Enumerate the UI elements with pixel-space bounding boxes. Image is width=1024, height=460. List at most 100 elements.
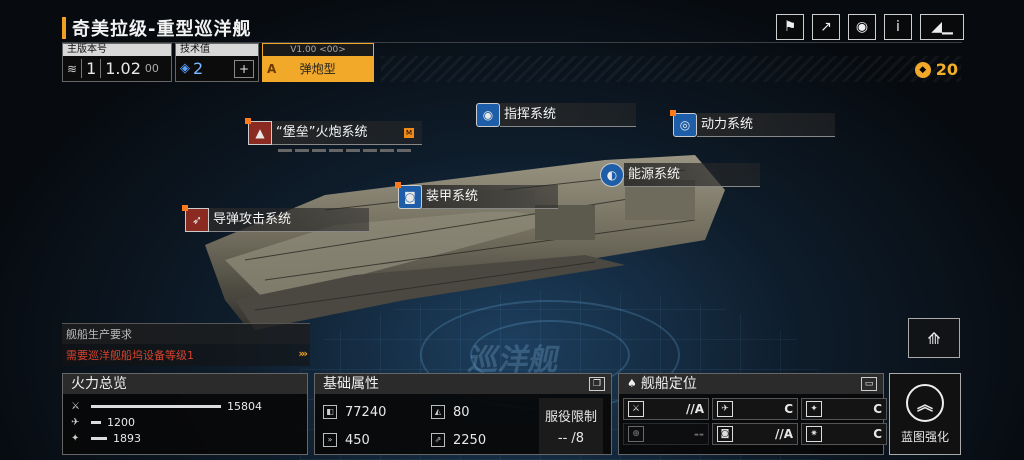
firepower-title: 火力总览 — [63, 374, 307, 394]
production-requirement: 舰船生产要求 需要巡洋舰船坞设备等级1 ››› — [62, 323, 310, 366]
version-tier: 1 — [81, 59, 102, 78]
siege-icon: ✦ — [71, 432, 80, 444]
variant-box[interactable]: V1.00 <00> A 弹炮型 — [262, 43, 374, 82]
variant-grade: A — [267, 61, 277, 76]
warp-value: 2250 — [453, 432, 487, 448]
chevrons-icon: ››› — [298, 347, 308, 360]
role-grade: //A — [774, 427, 793, 441]
crosshair-icon[interactable]: + — [234, 59, 254, 78]
blueprint-enhance-button[interactable]: ︽ 蓝图强化 — [889, 373, 961, 455]
speed-attribute: » 450 — [323, 426, 431, 454]
system-energy-label: 能源系统 — [624, 163, 760, 187]
version-value: 1.02 — [105, 59, 141, 78]
command-icon: ◉ — [476, 103, 500, 127]
anti-ship-icon: ⚔ — [71, 400, 80, 412]
role-slot[interactable]: ✈ C — [712, 398, 798, 420]
top-toolbar: ⚑ ↗ ◉ i ◢▁ — [776, 14, 964, 40]
variant-version: V1.00 <00> — [263, 44, 373, 56]
info-strip: 主版本号 ≋ 1 1.02 00 技术值 ◈ 2 + V1.00 <00> A … — [62, 43, 374, 82]
system-fortress-label: “堡垒”火炮系统 — [276, 124, 368, 140]
firepower-bar — [91, 420, 101, 424]
view-icon[interactable]: ◉ — [848, 14, 876, 40]
role-grade: C — [873, 402, 882, 416]
version-label: 主版本号 — [63, 44, 171, 56]
armor-value: 80 — [453, 404, 470, 420]
energy-icon: ◐ — [600, 163, 624, 187]
firepower-panel: 火力总览 ⚔ 15804 ✈ 1200 ✦ 1893 — [62, 373, 308, 455]
chevron-up-icon: ︽ — [906, 383, 944, 422]
role-slot[interactable]: ⚔ //A — [623, 398, 709, 420]
tier-up-icon: ⟰ — [927, 328, 941, 348]
system-armor-label: 装甲系统 — [422, 185, 558, 209]
production-header: 舰船生产要求 — [62, 323, 310, 344]
tier-upgrade-button[interactable]: ⟰ — [908, 318, 960, 358]
engine-icon: ◎ — [670, 110, 697, 137]
currency-value: 20 — [935, 60, 958, 79]
system-energy[interactable]: ◐ 能源系统 — [600, 162, 760, 188]
firepower-bar — [91, 404, 221, 408]
wing-icon: ≋ — [67, 61, 78, 76]
system-power[interactable]: ◎ 动力系统 — [670, 110, 835, 138]
shield-icon: ◙ — [395, 182, 422, 209]
level-pips — [278, 149, 422, 152]
firepower-row: ✈ 1200 — [63, 414, 307, 430]
role-grade: C — [873, 427, 882, 441]
warp-icon: ⇗ — [431, 433, 445, 447]
production-requirement-text: 需要巡洋舰船坞设备等级1 — [66, 349, 194, 362]
attributes-panel: 基础属性 ❐ ◧ 77240 ◭ 80 服役限制 -- /8 » 450 ⇗ 2250 — [314, 373, 612, 455]
system-fortress[interactable]: ▲ “堡垒”火炮系统 M — [245, 118, 422, 152]
speed-icon: » — [323, 433, 337, 447]
tank-role-icon: ◙ — [717, 426, 733, 442]
service-label: 服役限制 — [544, 410, 597, 425]
role-slot[interactable]: ⊕ -- — [623, 423, 709, 445]
share-icon[interactable]: ⚑ — [776, 14, 804, 40]
system-armor[interactable]: ◙ 装甲系统 — [395, 182, 558, 210]
title-bar: 奇美拉级-重型巡洋舰 — [62, 16, 251, 40]
tech-label: 技术值 — [176, 44, 258, 56]
anti-ship-role-icon: ⚔ — [628, 401, 644, 417]
role-slot[interactable]: ✦ C — [801, 398, 887, 420]
details-icon[interactable]: ▭ — [861, 377, 877, 391]
armor-attribute: ◭ 80 — [431, 398, 539, 426]
tech-value: 2 — [193, 59, 204, 78]
info-icon[interactable]: i — [884, 14, 912, 40]
service-limit: 服役限制 -- /8 — [539, 398, 603, 454]
firepower-value: 1893 — [113, 431, 141, 445]
system-command-label: 指挥系统 — [500, 103, 636, 127]
role-slot[interactable]: ◙ //A — [712, 423, 798, 445]
back-icon[interactable]: ◢▁ — [920, 14, 964, 40]
title-accent — [62, 17, 66, 39]
firepower-row: ⚔ 15804 — [63, 398, 307, 414]
system-missile[interactable]: ➶ 导弹攻击系统 — [182, 205, 369, 233]
speed-value: 450 — [345, 432, 370, 448]
currency: ◆ 20 — [914, 60, 958, 79]
missile-icon: ➶ — [182, 205, 209, 232]
firepower-bar — [91, 436, 107, 440]
role-grade: C — [784, 402, 793, 416]
support-role-icon: ⊕ — [628, 426, 644, 442]
role-grade: -- — [694, 427, 704, 441]
siege-role-icon: ✦ — [806, 401, 822, 417]
hull-icon: ◧ — [323, 405, 337, 419]
service-value: -- /8 — [557, 431, 585, 446]
anti-aircraft-role-icon: ✈ — [717, 401, 733, 417]
role-grade: //A — [685, 402, 704, 416]
system-command[interactable]: ◉ 指挥系统 — [476, 102, 636, 128]
firepower-value: 15804 — [227, 399, 262, 413]
tech-icon: ◈ — [180, 61, 190, 76]
system-missile-label: 导弹攻击系统 — [209, 208, 369, 232]
page-title: 奇美拉级-重型巡洋舰 — [72, 19, 252, 40]
armor-icon: ◭ — [431, 405, 445, 419]
positioning-title: 舰船定位 — [640, 376, 697, 392]
role-slot[interactable]: ✷ C — [801, 423, 887, 445]
ship-role-icon: ♠ — [627, 377, 637, 390]
header-stripes — [381, 56, 961, 82]
module-badge: M — [404, 127, 414, 138]
firepower-row: ✦ 1893 — [63, 430, 307, 446]
system-power-label: 动力系统 — [697, 113, 835, 137]
expand-icon[interactable]: ❐ — [589, 377, 605, 391]
cannon-icon: ▲ — [245, 118, 272, 145]
external-link-icon[interactable]: ↗ — [812, 14, 840, 40]
variant-name: 弹炮型 — [299, 62, 336, 76]
positioning-panel: ♠ 舰船定位 ▭ ⚔//A ✈ C ✦ C ⊕ -- ◙//A ✷ C — [618, 373, 887, 455]
